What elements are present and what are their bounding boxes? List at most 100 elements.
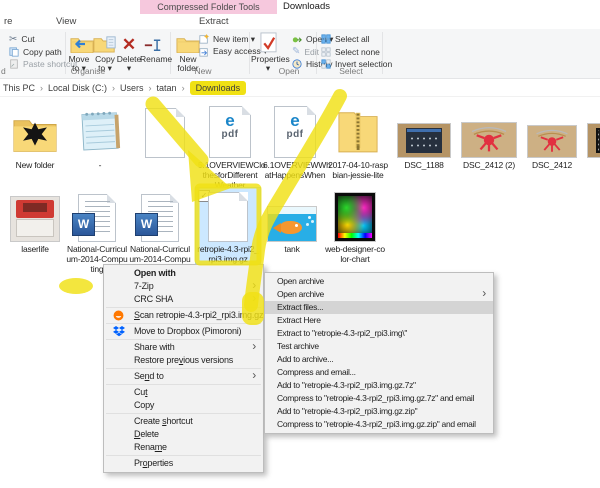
tab-re[interactable]: re: [4, 14, 12, 29]
context-menu-item-scan-retropie-4-3-rpi2-rpi3-img-gz[interactable]: Scan retropie-4.3-rpi2_rpi3.img.gz: [104, 309, 263, 322]
photo-octopus-icon: [461, 122, 517, 158]
submenu-item-extract-files[interactable]: Extract files...: [265, 301, 493, 314]
ribbon-copy-path-button[interactable]: Copy path: [9, 46, 62, 58]
context-menu-item-share-with[interactable]: Share with›: [104, 341, 263, 354]
word-doc-icon: W: [78, 194, 116, 242]
submenu-item-add-to-archive[interactable]: Add to archive...: [265, 353, 493, 366]
file-item[interactable]: WNational-Curriculum-2014-Compu: [128, 188, 192, 264]
menu-item-label: Move to Dropbox (Pimoroni): [134, 326, 241, 336]
ribbon-select-none-button[interactable]: Select none: [321, 46, 380, 58]
submenu-arrow-icon: ›: [252, 340, 256, 353]
submenu-item-add-to-retropie-4-3-rpi2-rpi3-img-gz-7z[interactable]: Add to "retropie-4.3-rpi2_rpi3.img.gz.7z…: [265, 379, 493, 392]
submenu-item-compress-to-retropie-4-3-rpi2-rpi3-img-gz-7z-and-email[interactable]: Compress to "retropie-4.3-rpi2_rpi3.img.…: [265, 392, 493, 405]
tab-view[interactable]: View: [56, 14, 76, 29]
context-menu-item-send-to[interactable]: Send to›: [104, 370, 263, 383]
ribbon-tabs: re View Extract: [0, 14, 600, 29]
ribbon-group-label: New: [194, 66, 211, 76]
file-item[interactable]: tank: [260, 188, 324, 254]
photo-screen-icon: [397, 123, 451, 158]
breadcrumb-separator: ›: [40, 83, 43, 93]
context-menu-item-rename[interactable]: Rename: [104, 441, 263, 454]
context-menu-item-copy[interactable]: Copy: [104, 399, 263, 412]
submenu-item-extract-here[interactable]: Extract Here: [265, 314, 493, 327]
menu-item-label: CRC SHA: [134, 294, 173, 304]
file-item[interactable]: epdf6.1OVERVIEWWhatHappensWhen: [263, 104, 327, 180]
file-item[interactable]: 2017-04-10-raspbian-jessie-lite: [326, 104, 390, 180]
ribbon-new-item-button[interactable]: New item ▾: [199, 33, 255, 45]
submenu-item-compress-to-retropie-4-3-rpi2-rpi3-img-gz-zip-and-email[interactable]: Compress to "retropie-4.3-rpi2_rpi3.img.…: [265, 418, 493, 431]
file-label: -: [68, 160, 132, 170]
photo-laser-icon: [10, 196, 60, 242]
ribbon-select-all-button[interactable]: Select all: [321, 33, 370, 45]
context-menu-item-create-shortcut[interactable]: Create shortcut: [104, 415, 263, 428]
menu-item-label: Open with: [134, 268, 176, 278]
window-title: Downloads: [283, 0, 330, 14]
7zip-submenu: Open archiveOpen archive›Extract files..…: [264, 272, 494, 434]
move-to-icon: [70, 35, 88, 53]
file-label: D: [580, 160, 600, 170]
file-item[interactable]: laserlife: [3, 188, 67, 254]
submenu-item-open-archive[interactable]: Open archive: [265, 275, 493, 288]
photo-octopus-small-icon: [527, 125, 577, 158]
menu-item-label: Create shortcut: [134, 416, 193, 426]
context-menu-item-cut[interactable]: Cut: [104, 386, 263, 399]
breadcrumb-segment-downloads[interactable]: Downloads: [190, 81, 247, 95]
breadcrumb-segment-local-disk-c[interactable]: Local Disk (C:): [48, 83, 107, 93]
context-menu-item-crc-sha[interactable]: CRC SHA›: [104, 293, 263, 306]
context-menu-item-delete[interactable]: Delete: [104, 428, 263, 441]
file-explorer-window: Compressed Folder Tools Downloads re View…: [0, 0, 600, 488]
context-menu-item-move-to-dropbox-pimoroni[interactable]: Move to Dropbox (Pimoroni): [104, 325, 263, 338]
context-menu-item-7-zip[interactable]: 7-Zip›: [104, 280, 263, 293]
context-menu-item-properties[interactable]: Properties: [104, 457, 263, 470]
context-menu-item-restore-previous-versions[interactable]: Restore previous versions: [104, 354, 263, 367]
copy-path-icon: [9, 47, 19, 57]
tab-extract[interactable]: Extract: [199, 14, 229, 29]
file-item[interactable]: D: [580, 104, 600, 170]
contextual-tab-header: Compressed Folder Tools: [140, 0, 277, 14]
file-item[interactable]: New folder: [3, 104, 67, 170]
submenu-item-extract-to-retropie-4-3-rpi2-rpi3-img[interactable]: Extract to "retropie-4.3-rpi2_rpi3.img\": [265, 327, 493, 340]
file-item[interactable]: DSC_2412 (2): [457, 104, 521, 170]
ribbon-delete-button[interactable]: ✕Delete▾: [116, 31, 142, 75]
group-separator: [170, 32, 171, 74]
file-label: 2017-04-10-raspbian-jessie-lite: [326, 160, 390, 180]
file-item[interactable]: epdf5.1OVERVIEWClothesforDifferentWeathe…: [198, 104, 262, 190]
menu-item-label: Extract to "retropie-4.3-rpi2_rpi3.img\": [277, 328, 407, 338]
menu-item-label: Properties: [134, 458, 173, 468]
new-folder-icon: [176, 35, 200, 53]
submenu-item-add-to-retropie-4-3-rpi2-rpi3-img-gz-zip[interactable]: Add to "retropie-4.3-rpi2_rpi3.img.gz.zi…: [265, 405, 493, 418]
submenu-item-compress-and-email[interactable]: Compress and email...: [265, 366, 493, 379]
file-item[interactable]: DSC_1188: [392, 104, 456, 170]
breadcrumb-segment-this-pc[interactable]: This PC: [3, 83, 35, 93]
edge-pdf-icon: epdf: [274, 106, 316, 158]
file-item[interactable]: WNational-Curriculum-2014-Computing: [65, 188, 129, 274]
file-label: web-designer-color-chart: [323, 244, 387, 264]
submenu-item-test-archive[interactable]: Test archive: [265, 340, 493, 353]
photo-matrix-icon: [587, 123, 600, 158]
file-label: DSC_1188: [392, 160, 456, 170]
breadcrumb-segment-users[interactable]: Users: [120, 83, 144, 93]
menu-item-label: Restore previous versions: [134, 355, 233, 365]
file-label: 6.1OVERVIEWWhatHappensWhen: [263, 160, 327, 180]
breadcrumb-separator: ›: [182, 83, 185, 93]
cut-icon: ✂: [9, 34, 17, 45]
submenu-item-open-archive[interactable]: Open archive›: [265, 288, 493, 301]
file-item[interactable]: DSC_2412: [520, 104, 584, 170]
invert-selection-icon: [321, 59, 331, 69]
file-item[interactable]: ✓retropie-4.3-rpi2_rpi3.img.gz: [196, 188, 260, 264]
ribbon-edit-button[interactable]: ✎Edit: [292, 46, 319, 58]
file-item[interactable]: web-designer-color-chart: [323, 188, 387, 264]
file-item[interactable]: -: [68, 104, 132, 170]
photo-colors-icon: [334, 192, 376, 242]
file-item[interactable]: [133, 104, 197, 160]
file-label: DSC_2412: [520, 160, 584, 170]
context-menu-item-open-with[interactable]: Open with: [104, 267, 263, 280]
menu-item-label: Compress and email...: [277, 367, 356, 377]
menu-item-label: Cut: [134, 387, 147, 397]
properties-icon: [260, 32, 277, 53]
ribbon-cut-button[interactable]: ✂Cut: [9, 33, 35, 45]
menu-item-label: Compress to "retropie-4.3-rpi2_rpi3.img.…: [277, 419, 476, 429]
breadcrumb-segment-tatan[interactable]: tatan: [157, 83, 177, 93]
ribbon-rename-button[interactable]: Rename: [140, 31, 166, 75]
menu-item-label: Send to: [134, 371, 164, 381]
